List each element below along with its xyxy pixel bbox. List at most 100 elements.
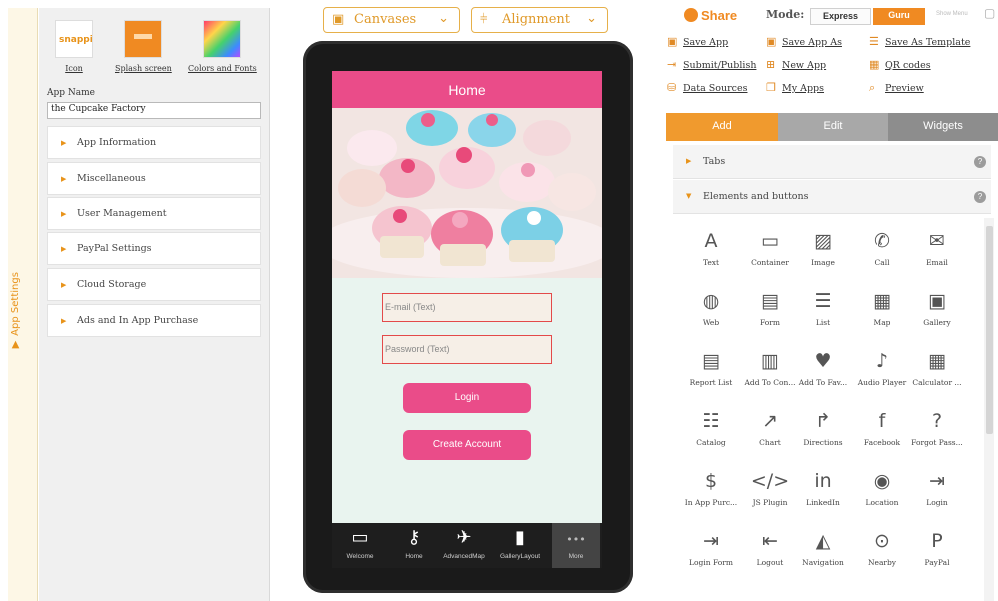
widget-audio-player[interactable]: ♪ Audio Player <box>852 350 912 387</box>
cupcakes-image[interactable] <box>332 108 602 278</box>
section-elements-buttons[interactable]: ▼ Elements and buttons ? <box>673 180 991 214</box>
widget-label: Forgot Pass... <box>911 438 963 447</box>
section-cloud-storage[interactable]: ▶ Cloud Storage <box>47 268 261 301</box>
save-as-template-link[interactable]: ☰ Save As Template <box>869 35 970 48</box>
submit-publish-link[interactable]: ⇥ Submit/Publish <box>667 58 756 71</box>
icon-asset[interactable]: snappii Icon <box>55 20 96 73</box>
widget-gallery[interactable]: ▣ Gallery <box>907 290 967 327</box>
password-field[interactable]: Password (Text) <box>382 335 552 364</box>
widget-linkedin[interactable]: in LinkedIn <box>793 470 853 507</box>
icon-link[interactable]: Icon <box>55 64 93 73</box>
widget-forgot-pass[interactable]: ? Forgot Pass... <box>907 410 967 447</box>
widget-js-plugin[interactable]: </> JS Plugin <box>740 470 800 507</box>
help-icon[interactable]: ? <box>974 156 986 168</box>
widget-call[interactable]: ✆ Call <box>852 230 912 267</box>
widget-location[interactable]: ◉ Location <box>852 470 912 507</box>
widget-directions[interactable]: ↱ Directions <box>793 410 853 447</box>
app-name-input[interactable]: the Cupcake Factory <box>47 102 261 119</box>
widget-facebook[interactable]: f Facebook <box>852 410 912 447</box>
widget-login[interactable]: ⇥ Login <box>907 470 967 507</box>
widget-label: Nearby <box>867 558 897 567</box>
show-menu-icon[interactable]: ▢ <box>984 6 995 20</box>
film-icon: ▮ <box>515 527 525 548</box>
mode-guru-toggle[interactable]: Guru <box>873 8 925 25</box>
widget-image[interactable]: ▨ Image <box>793 230 853 267</box>
share-button[interactable]: Share <box>684 8 737 23</box>
data-sources-link[interactable]: ⛁ Data Sources <box>667 81 748 94</box>
widget-nearby[interactable]: ⊙ Nearby <box>852 530 912 567</box>
widget-report-list[interactable]: ▤ Report List <box>681 350 741 387</box>
widget-form[interactable]: ▤ Form <box>740 290 800 327</box>
widget-glyph-icon: P <box>931 530 943 552</box>
expand-arrow-icon: ▶ <box>61 281 67 289</box>
save-app-as-link[interactable]: ▣ Save App As <box>766 35 842 48</box>
section-paypal-settings[interactable]: ▶ PayPal Settings <box>47 232 261 265</box>
widget-label: Call <box>874 258 890 267</box>
my-apps-link[interactable]: ❐ My Apps <box>766 81 824 94</box>
widget-navigation[interactable]: ◭ Navigation <box>793 530 853 567</box>
tab-home[interactable]: ⚷ Home <box>388 523 440 568</box>
section-user-management[interactable]: ▶ User Management <box>47 197 261 230</box>
widget-glyph-icon: ◍ <box>702 290 720 312</box>
widget-label: In App Purc... <box>684 498 738 507</box>
section-miscellaneous[interactable]: ▶ Miscellaneous <box>47 162 261 195</box>
tab-welcome[interactable]: ▭ Welcome <box>334 523 386 568</box>
qr-codes-link[interactable]: ▦ QR codes <box>869 58 931 71</box>
search-icon: ⌕ <box>869 81 876 94</box>
folder-icon: ▭ <box>351 527 369 548</box>
widget-glyph-icon: in <box>814 470 832 492</box>
help-icon[interactable]: ? <box>974 191 986 203</box>
canvases-dropdown[interactable]: ▣ Canvases ⌄ <box>323 7 460 33</box>
app-name-label: App Name <box>47 88 95 98</box>
tab-edit[interactable]: Edit <box>778 113 888 141</box>
widget-glyph-icon: ◭ <box>815 530 831 552</box>
section-tabs[interactable]: ▶ Tabs ? <box>673 145 991 179</box>
splash-screen-asset[interactable]: Splash screen <box>115 20 172 73</box>
widget-email[interactable]: ✉ Email <box>907 230 967 267</box>
widget-glyph-icon: ☰ <box>814 290 832 312</box>
tab-widgets[interactable]: Widgets <box>888 113 998 141</box>
scrollbar-thumb[interactable] <box>986 226 993 434</box>
widget-map[interactable]: ▦ Map <box>852 290 912 327</box>
widget-list[interactable]: ☰ List <box>793 290 853 327</box>
expand-arrow-icon: ▶ <box>61 317 67 325</box>
section-ads-in-app-purchase[interactable]: ▶ Ads and In App Purchase <box>47 304 261 337</box>
app-settings-strip[interactable]: ▼ App Settings <box>8 8 38 601</box>
widget-label: Catalog <box>696 438 726 447</box>
widget-add-to-fav[interactable]: ♥ Add To Fav... <box>793 350 853 387</box>
widget-in-app-purc[interactable]: $ In App Purc... <box>681 470 741 507</box>
widget-catalog[interactable]: ☷ Catalog <box>681 410 741 447</box>
widget-login-form[interactable]: ⇥ Login Form <box>681 530 741 567</box>
colors-fonts-asset[interactable]: Colors and Fonts <box>188 20 257 73</box>
widget-paypal[interactable]: P PayPal <box>907 530 967 567</box>
widget-container[interactable]: ▭ Container <box>740 230 800 267</box>
widget-glyph-icon: ♥ <box>814 350 832 372</box>
widget-add-to-con[interactable]: ▥ Add To Con... <box>740 350 800 387</box>
tab-advancedmap[interactable]: ✈ AdvancedMap <box>438 523 490 568</box>
alignment-dropdown[interactable]: ⫩ Alignment ⌄ <box>471 7 608 33</box>
show-menu-link[interactable]: Show Menu <box>936 11 968 17</box>
widget-web[interactable]: ◍ Web <box>681 290 741 327</box>
section-app-information[interactable]: ▶ App Information <box>47 126 261 159</box>
widget-calculator[interactable]: ▦ Calculator ... <box>907 350 967 387</box>
preview-link[interactable]: ⌕ Preview <box>869 81 924 95</box>
create-account-button[interactable]: Create Account <box>403 430 531 460</box>
widget-logout[interactable]: ⇤ Logout <box>740 530 800 567</box>
splash-screen-link[interactable]: Splash screen <box>115 64 172 73</box>
widget-glyph-icon: $ <box>704 470 718 492</box>
tab-more[interactable]: ••• More <box>552 523 600 568</box>
colors-fonts-link[interactable]: Colors and Fonts <box>188 64 257 73</box>
widget-label: Map <box>873 318 891 327</box>
save-app-link[interactable]: ▣ Save App <box>667 35 728 48</box>
widget-chart[interactable]: ↗ Chart <box>740 410 800 447</box>
tab-gallerylayout[interactable]: ▮ GalleryLayout <box>492 523 548 568</box>
email-field[interactable]: E-mail (Text) <box>382 293 552 322</box>
mode-express-toggle[interactable]: Express <box>810 8 871 25</box>
new-app-link[interactable]: ⊞ New App <box>766 58 826 71</box>
login-button[interactable]: Login <box>403 383 531 413</box>
widget-glyph-icon: ⇤ <box>762 530 778 552</box>
collapse-arrow-icon: ▼ <box>10 338 21 350</box>
widget-text[interactable]: A Text <box>681 230 741 267</box>
widget-glyph-icon: ▣ <box>928 290 946 312</box>
tab-add[interactable]: Add <box>666 113 778 141</box>
